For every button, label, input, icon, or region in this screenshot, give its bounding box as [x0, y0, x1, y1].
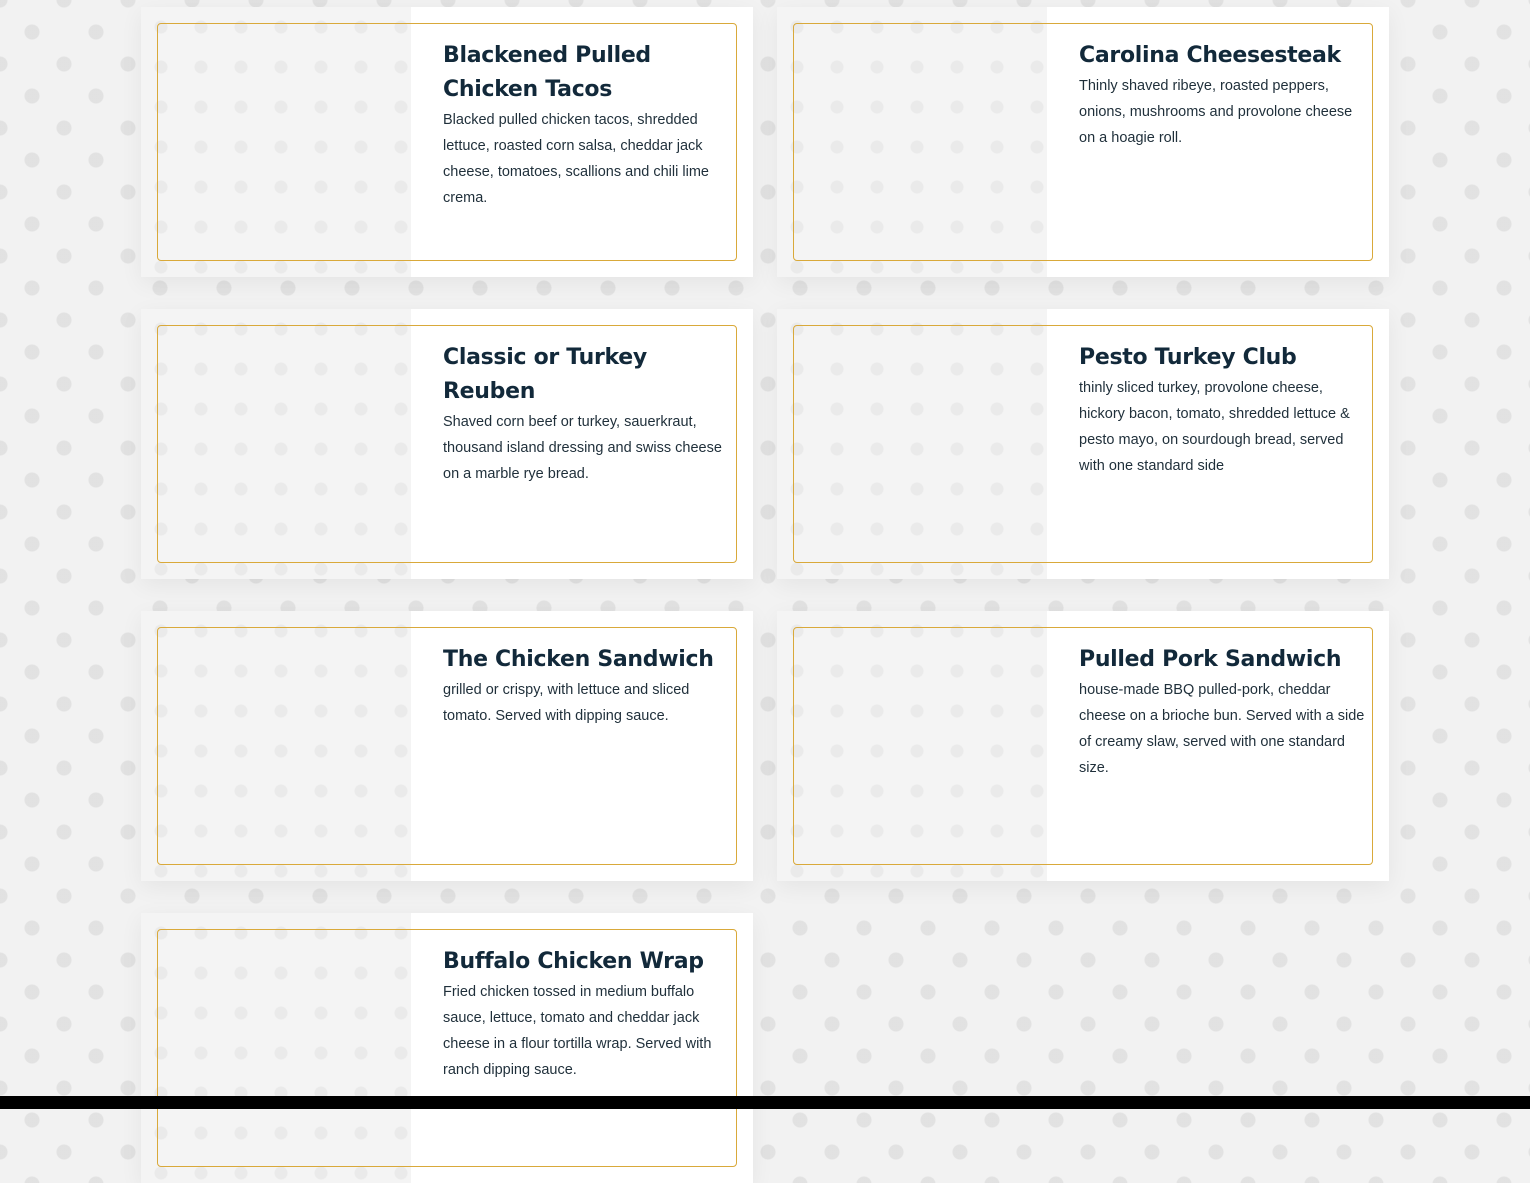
- menu-item-title: Carolina Cheesesteak: [1079, 43, 1341, 68]
- menu-item-text: Buffalo Chicken Wrap Fried chicken tosse…: [443, 945, 733, 1083]
- menu-item-text: The Chicken Sandwich grilled or crispy, …: [443, 643, 733, 729]
- menu-item-card[interactable]: The Chicken Sandwich grilled or crispy, …: [141, 611, 753, 881]
- menu-item-card[interactable]: Classic or Turkey Reuben Shaved corn bee…: [141, 309, 753, 579]
- menu-item-text: Pulled Pork Sandwich house-made BBQ pull…: [1079, 643, 1369, 781]
- menu-item-title: The Chicken Sandwich: [443, 647, 714, 672]
- menu-item-card[interactable]: Pesto Turkey Club thinly sliced turkey, …: [777, 309, 1389, 579]
- menu-item-description: thinly sliced turkey, provolone cheese, …: [1079, 380, 1350, 474]
- menu-item-card[interactable]: Blackened Pulled Chicken Tacos Blacked p…: [141, 7, 753, 277]
- menu-item-description: Blacked pulled chicken tacos, shredded l…: [443, 112, 709, 206]
- menu-item-title: Pulled Pork Sandwich: [1079, 647, 1342, 672]
- menu-item-image: [777, 309, 1047, 579]
- menu-item-card[interactable]: Buffalo Chicken Wrap Fried chicken tosse…: [141, 913, 753, 1183]
- menu-item-description: Shaved corn beef or turkey, sauerkraut, …: [443, 414, 722, 482]
- menu-item-image: [141, 309, 411, 579]
- bottom-bar: [0, 1096, 1530, 1109]
- menu-item-title: Buffalo Chicken Wrap: [443, 949, 704, 974]
- menu-item-image: [777, 611, 1047, 881]
- menu-item-card[interactable]: Pulled Pork Sandwich house-made BBQ pull…: [777, 611, 1389, 881]
- menu-item-text: Pesto Turkey Club thinly sliced turkey, …: [1079, 341, 1369, 479]
- menu-item-title: Pesto Turkey Club: [1079, 345, 1297, 370]
- menu-item-title: Classic or Turkey Reuben: [443, 345, 647, 404]
- menu-item-image: [777, 7, 1047, 277]
- menu-item-image: [141, 611, 411, 881]
- menu-item-text: Classic or Turkey Reuben Shaved corn bee…: [443, 341, 733, 487]
- menu-item-description: grilled or crispy, with lettuce and slic…: [443, 682, 690, 724]
- menu-item-image: [141, 7, 411, 277]
- menu-item-card[interactable]: Carolina Cheesesteak Thinly shaved ribey…: [777, 7, 1389, 277]
- menu-item-image: [141, 913, 411, 1183]
- menu-item-title: Blackened Pulled Chicken Tacos: [443, 43, 651, 102]
- menu-item-description: house-made BBQ pulled-pork, cheddar chee…: [1079, 682, 1365, 776]
- menu-item-description: Thinly shaved ribeye, roasted peppers, o…: [1079, 78, 1353, 146]
- menu-item-text: Carolina Cheesesteak Thinly shaved ribey…: [1079, 39, 1369, 151]
- menu-item-text: Blackened Pulled Chicken Tacos Blacked p…: [443, 39, 733, 211]
- menu-item-description: Fried chicken tossed in medium buffalo s…: [443, 984, 712, 1078]
